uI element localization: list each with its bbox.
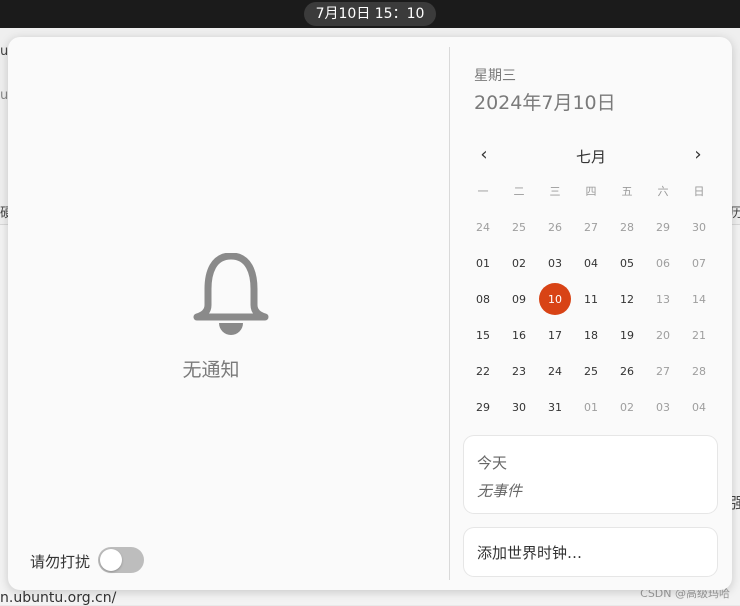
- weekday-header: 日: [693, 185, 705, 198]
- calendar-day[interactable]: 29: [645, 209, 681, 245]
- calendar-week-row: 15 16 17 18 19 20 21: [465, 317, 717, 353]
- calendar-day[interactable]: 31: [537, 389, 573, 425]
- calendar-day[interactable]: 16: [501, 317, 537, 353]
- month-label: 七月: [575, 148, 606, 166]
- calendar-day[interactable]: 26: [609, 353, 645, 389]
- calendar-day[interactable]: 17: [537, 317, 573, 353]
- calendar-week-row: 29 30 31 01 02 03 04: [465, 389, 717, 425]
- calendar-day[interactable]: 01: [573, 389, 609, 425]
- weekday-header: 一: [477, 185, 489, 198]
- calendar-day[interactable]: 04: [573, 245, 609, 281]
- calendar-day[interactable]: 29: [465, 389, 501, 425]
- calendar-day[interactable]: 15: [465, 317, 501, 353]
- today-marker: 10: [539, 283, 571, 315]
- calendar-week-row: 08 09 10 11 12 13 14: [465, 281, 717, 317]
- calendar-day[interactable]: 24: [465, 209, 501, 245]
- calendar-day[interactable]: 13: [645, 281, 681, 317]
- calendar-day[interactable]: 08: [465, 281, 501, 317]
- calendar-week-row: 22 23 24 25 26 27 28: [465, 353, 717, 389]
- calendar-day[interactable]: 09: [501, 281, 537, 317]
- datetime-menu: 无通知 请勿打扰 星期三 2024年7月10日 ‹ 七月 › 一 二 三 四 五…: [8, 37, 732, 590]
- calendar-day[interactable]: 06: [645, 245, 681, 281]
- weekday-header: 五: [621, 185, 633, 198]
- calendar-day[interactable]: 25: [501, 209, 537, 245]
- datetime-button[interactable]: 7月10日 15：10: [304, 2, 436, 26]
- calendar-day[interactable]: 21: [681, 317, 717, 353]
- bell-icon: [193, 253, 269, 335]
- weekday-header: 三: [549, 185, 561, 198]
- do-not-disturb-toggle[interactable]: [98, 547, 144, 573]
- calendar-grid: 一 二 三 四 五 六 日 24 25 26 27 28 29 30 01 02…: [465, 173, 717, 425]
- calendar-day[interactable]: 01: [465, 245, 501, 281]
- add-world-clock-button[interactable]: 添加世界时钟…: [464, 528, 717, 576]
- calendar-day[interactable]: 22: [465, 353, 501, 389]
- weekday-label[interactable]: 星期三: [474, 65, 516, 85]
- calendar-day-today[interactable]: 10: [537, 281, 573, 317]
- calendar-day[interactable]: 07: [681, 245, 717, 281]
- weekday-header: 六: [657, 185, 669, 198]
- calendar-day[interactable]: 23: [501, 353, 537, 389]
- calendar-day[interactable]: 12: [609, 281, 645, 317]
- calendar-day[interactable]: 28: [681, 353, 717, 389]
- calendar-day[interactable]: 27: [573, 209, 609, 245]
- calendar-day[interactable]: 03: [645, 389, 681, 425]
- calendar-day[interactable]: 02: [609, 389, 645, 425]
- divider: [449, 47, 450, 580]
- calendar-day[interactable]: 25: [573, 353, 609, 389]
- calendar-day[interactable]: 27: [645, 353, 681, 389]
- calendar-day[interactable]: 26: [537, 209, 573, 245]
- do-not-disturb-label: 请勿打扰: [30, 553, 91, 571]
- top-bar: 7月10日 15：10: [0, 0, 740, 28]
- calendar-day[interactable]: 19: [609, 317, 645, 353]
- calendar-day[interactable]: 30: [501, 389, 537, 425]
- calendar-day[interactable]: 05: [609, 245, 645, 281]
- calendar-day[interactable]: 18: [573, 317, 609, 353]
- no-notifications-label: 无通知: [182, 359, 240, 381]
- weekday-header: 四: [585, 185, 597, 198]
- background-fragment: u: [0, 88, 9, 103]
- previous-month-button[interactable]: ‹: [474, 145, 494, 165]
- calendar-day[interactable]: 02: [501, 245, 537, 281]
- next-month-button[interactable]: ›: [688, 145, 708, 165]
- no-events-label: 无事件: [477, 482, 523, 500]
- calendar-day[interactable]: 28: [609, 209, 645, 245]
- weekday-header: 二: [513, 185, 525, 198]
- events-title: 今天: [477, 454, 508, 472]
- calendar-day[interactable]: 24: [537, 353, 573, 389]
- calendar-day[interactable]: 03: [537, 245, 573, 281]
- background-url-text: n.ubuntu.org.cn/: [0, 590, 117, 606]
- calendar-day[interactable]: 30: [681, 209, 717, 245]
- calendar-day[interactable]: 20: [645, 317, 681, 353]
- events-card[interactable]: 今天 无事件: [464, 436, 717, 513]
- calendar-week-row: 24 25 26 27 28 29 30: [465, 209, 717, 245]
- weekday-header-row: 一 二 三 四 五 六 日: [465, 173, 717, 209]
- calendar-week-row: 01 02 03 04 05 06 07: [465, 245, 717, 281]
- calendar-day[interactable]: 11: [573, 281, 609, 317]
- calendar-day[interactable]: 04: [681, 389, 717, 425]
- toggle-knob: [100, 549, 122, 571]
- add-world-clock-label: 添加世界时钟…: [477, 544, 583, 562]
- calendar-day[interactable]: 14: [681, 281, 717, 317]
- full-date-label[interactable]: 2024年7月10日: [474, 88, 616, 115]
